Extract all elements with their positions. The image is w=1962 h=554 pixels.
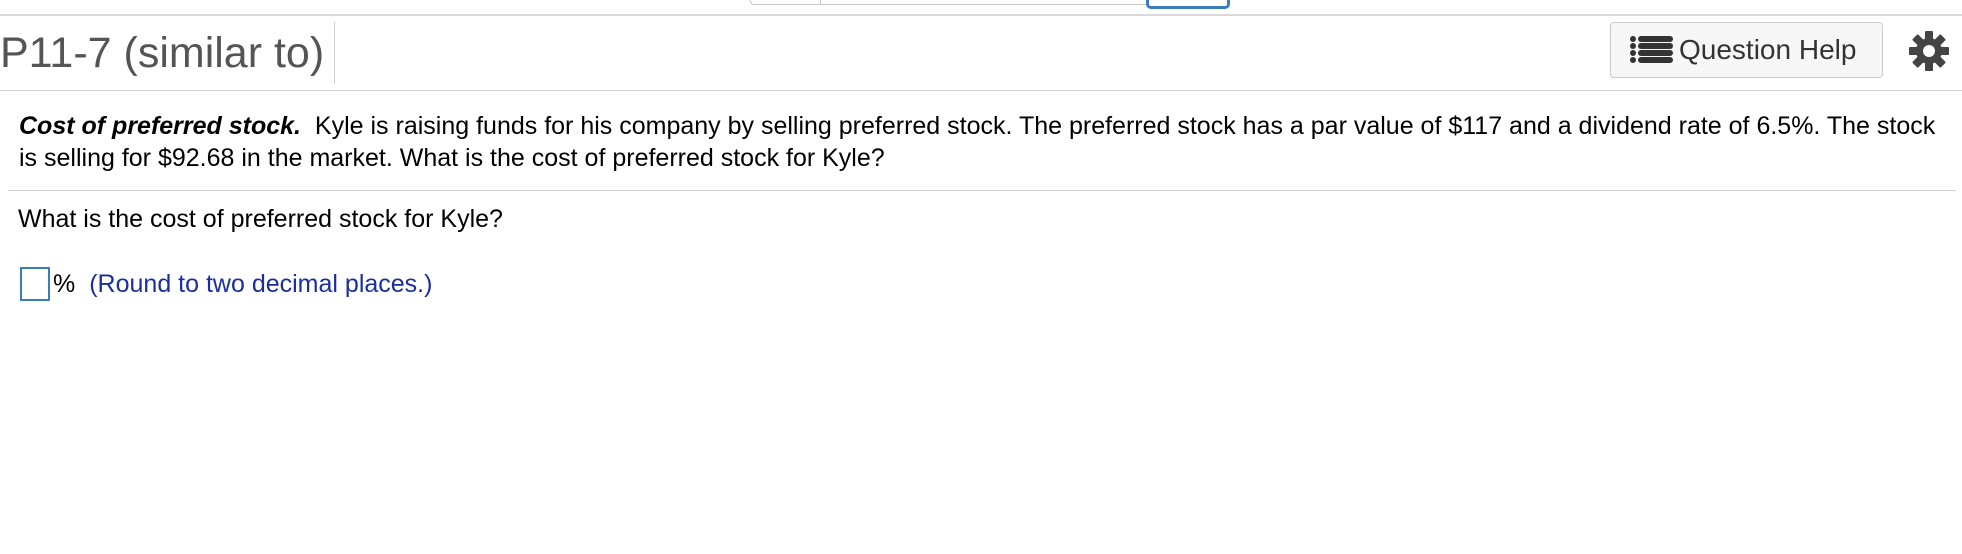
problem-text: Kyle is raising funds for his company by… (19, 112, 1936, 172)
gear-icon[interactable] (1908, 30, 1950, 72)
toolbar-tab-left[interactable] (750, 0, 822, 5)
problem-statement: Cost of preferred stock. Kyle is raising… (19, 110, 1939, 174)
toolbar-tab-active[interactable] (1146, 0, 1230, 9)
answer-row: % (Round to two decimal places.) (20, 266, 432, 302)
page: P11-7 (similar to) Question Help Cost of… (0, 0, 1962, 554)
question-help-button[interactable]: Question Help (1610, 22, 1883, 78)
question-title: P11-7 (similar to) (0, 22, 336, 84)
question-help-label: Question Help (1679, 34, 1857, 65)
percent-unit: % (53, 269, 76, 298)
rounding-hint: (Round to two decimal places.) (89, 269, 433, 298)
problem-lead: Cost of preferred stock. (19, 112, 302, 140)
list-icon (1630, 36, 1673, 63)
question-text: What is the cost of preferred stock for … (18, 205, 503, 233)
answer-input[interactable] (20, 267, 50, 301)
top-toolbar-strip (0, 0, 1962, 16)
divider (8, 190, 1956, 191)
toolbar-tab-middle[interactable] (820, 0, 1148, 5)
question-header: P11-7 (similar to) Question Help (0, 16, 1962, 91)
